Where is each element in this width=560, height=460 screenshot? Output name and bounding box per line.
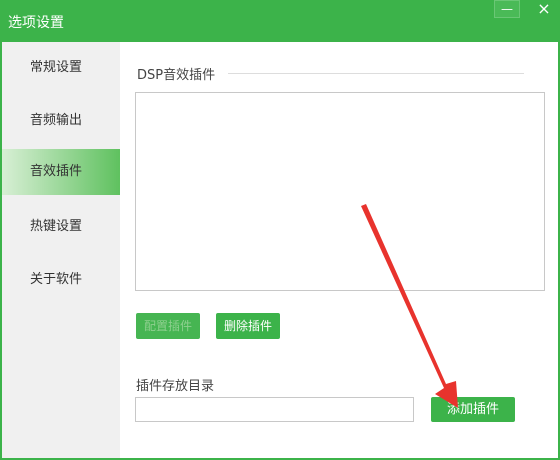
plugin-dir-input[interactable] xyxy=(135,397,414,422)
section-title: DSP音效插件 xyxy=(137,68,216,83)
add-plugin-button[interactable]: 添加插件 xyxy=(431,397,515,422)
options-window: 选项设置 — × 常规设置 音频输出 音效插件 热键设置 关于软件 DSP音效插… xyxy=(0,0,560,460)
sidebar-item-general[interactable]: 常规设置 xyxy=(2,45,120,91)
sidebar-item-sound-plugins[interactable]: 音效插件 xyxy=(2,149,120,195)
window-title: 选项设置 xyxy=(8,15,64,31)
title-bar[interactable]: 选项设置 — × xyxy=(0,0,560,42)
plugin-dir-label: 插件存放目录 xyxy=(136,379,215,394)
sidebar-item-hotkeys[interactable]: 热键设置 xyxy=(2,204,120,250)
sidebar-item-audio-output[interactable]: 音频输出 xyxy=(2,98,120,144)
minimize-button[interactable]: — xyxy=(494,0,520,18)
minimize-icon: — xyxy=(501,2,513,16)
sidebar: 常规设置 音频输出 音效插件 热键设置 关于软件 xyxy=(2,42,120,458)
plugin-list[interactable] xyxy=(135,92,545,291)
close-icon: × xyxy=(537,0,551,18)
section-divider xyxy=(228,73,524,74)
sidebar-item-about[interactable]: 关于软件 xyxy=(2,257,120,303)
client-area: 常规设置 音频输出 音效插件 热键设置 关于软件 DSP音效插件 配置插件 删除… xyxy=(2,42,558,458)
config-plugin-button[interactable]: 配置插件 xyxy=(136,313,200,339)
plugin-settings-panel: DSP音效插件 配置插件 删除插件 插件存放目录 添加插件 xyxy=(120,42,558,458)
close-button[interactable]: × xyxy=(528,0,560,18)
delete-plugin-button[interactable]: 删除插件 xyxy=(216,313,280,339)
